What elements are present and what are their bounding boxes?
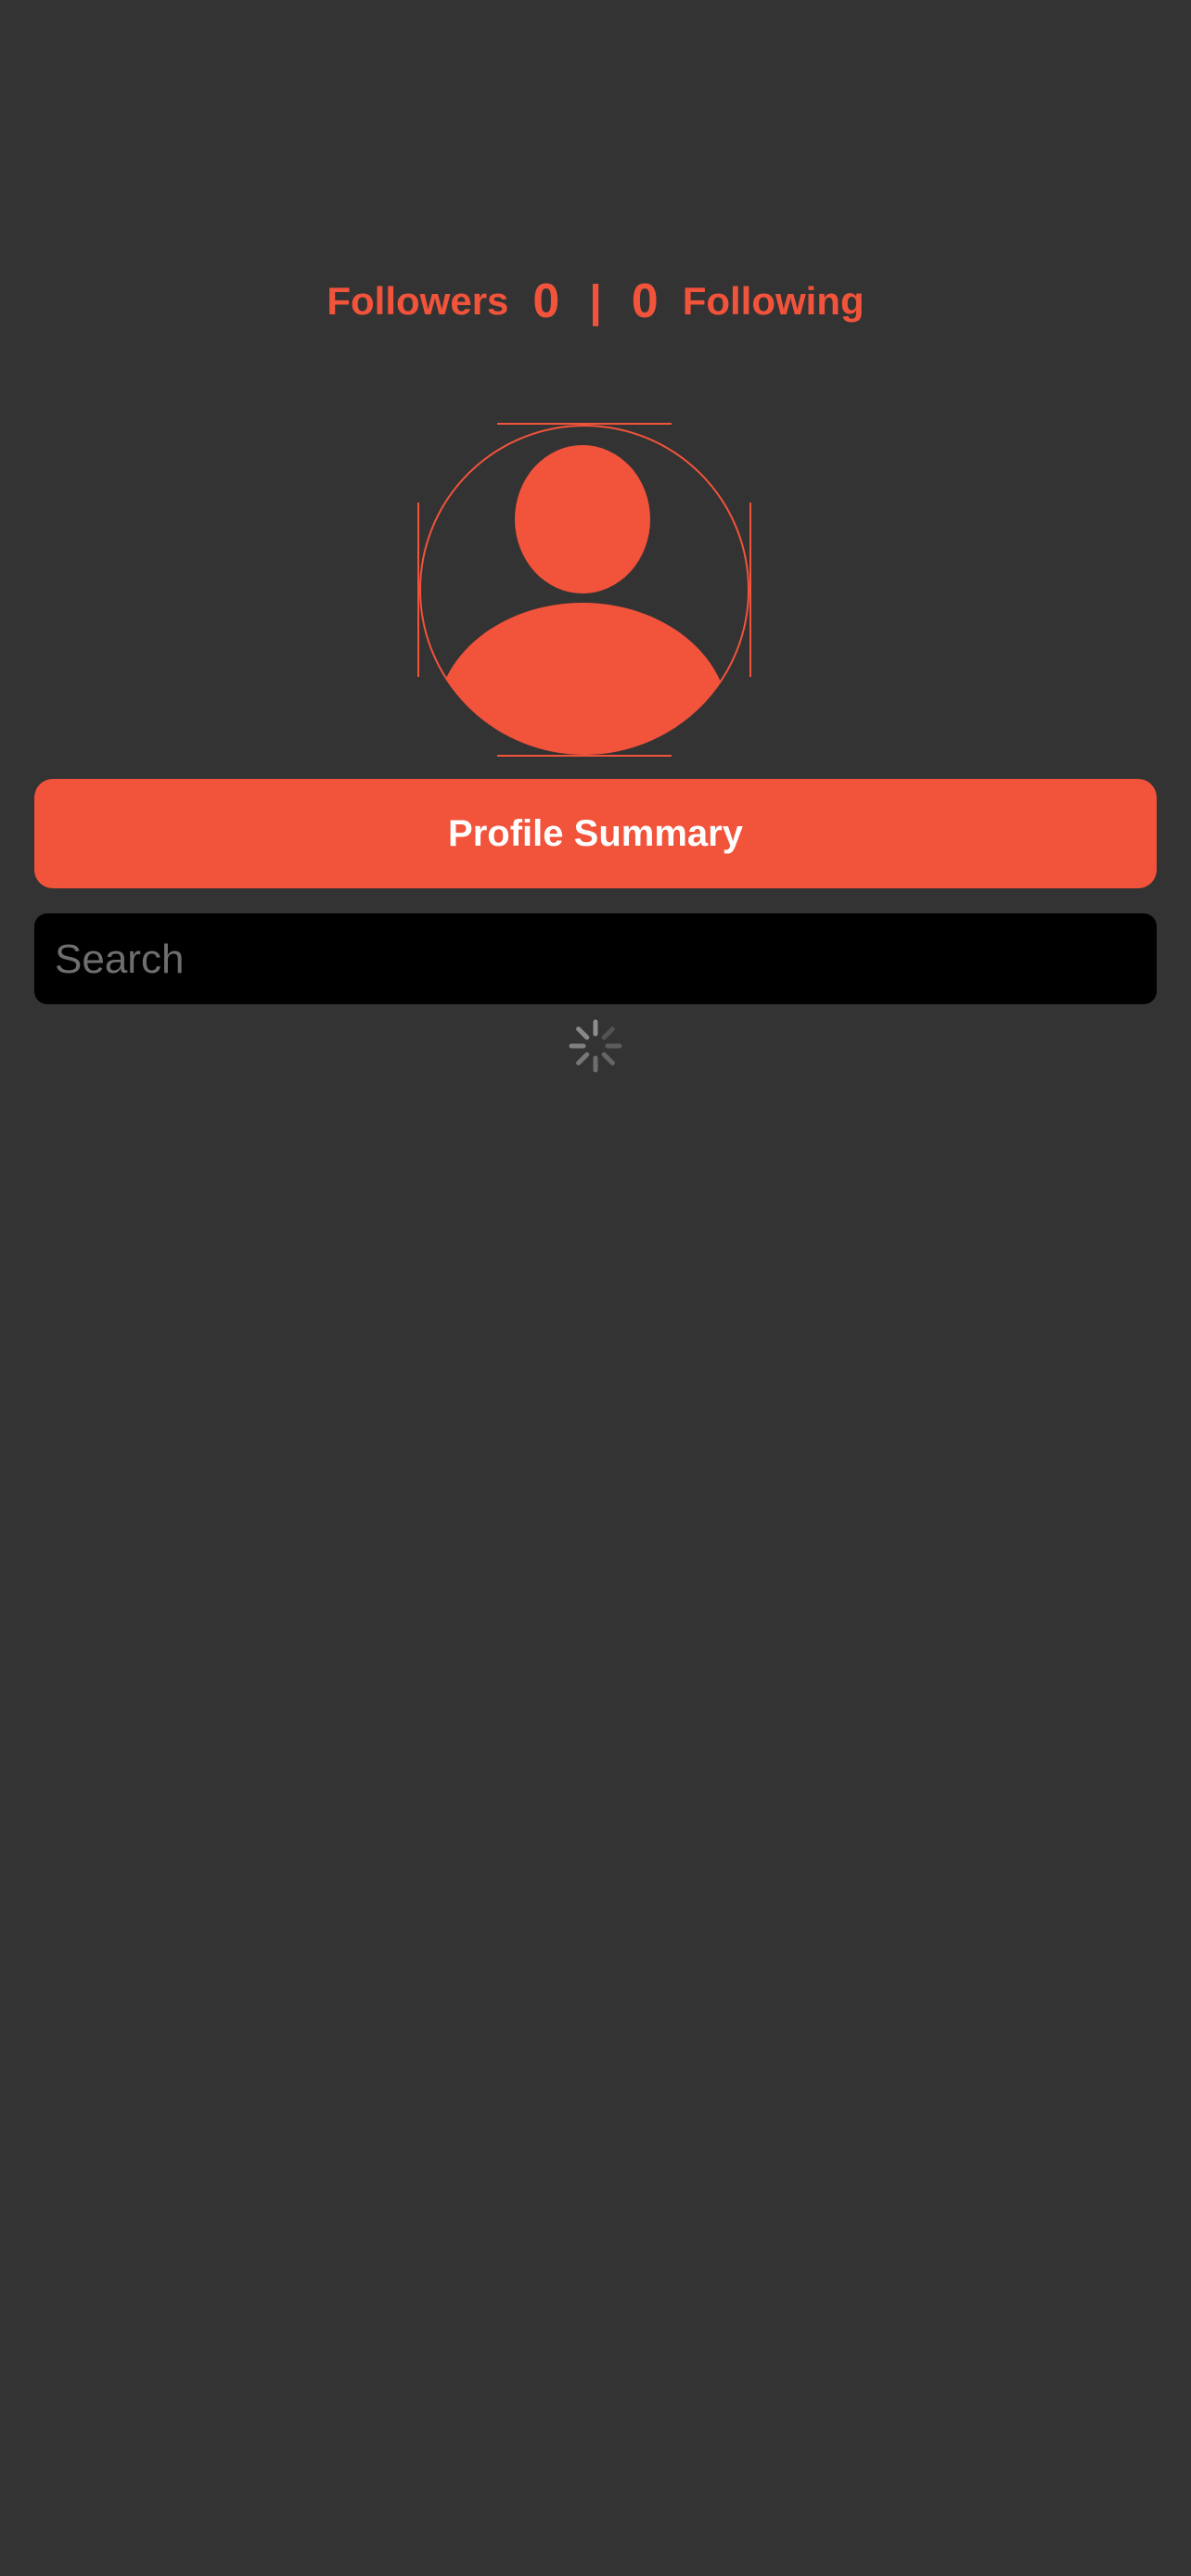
followers-count[interactable]: 0 <box>532 274 559 329</box>
follow-stats: Followers 0 | 0 Following <box>0 269 1191 334</box>
following-label[interactable]: Following <box>683 279 864 324</box>
followers-label[interactable]: Followers <box>327 279 508 324</box>
search-input[interactable] <box>53 913 1142 1006</box>
person-icon <box>417 423 751 757</box>
profile-screen: Followers 0 | 0 Following Profile Summar… <box>0 0 1191 2576</box>
profile-summary-button[interactable]: Profile Summary <box>34 779 1157 888</box>
spinner-icon <box>569 1019 622 1073</box>
loading-indicator <box>568 1018 623 1074</box>
stats-divider: | <box>589 276 602 326</box>
search-bar[interactable] <box>34 913 1157 1006</box>
avatar[interactable] <box>417 423 751 757</box>
following-count[interactable]: 0 <box>632 274 659 329</box>
